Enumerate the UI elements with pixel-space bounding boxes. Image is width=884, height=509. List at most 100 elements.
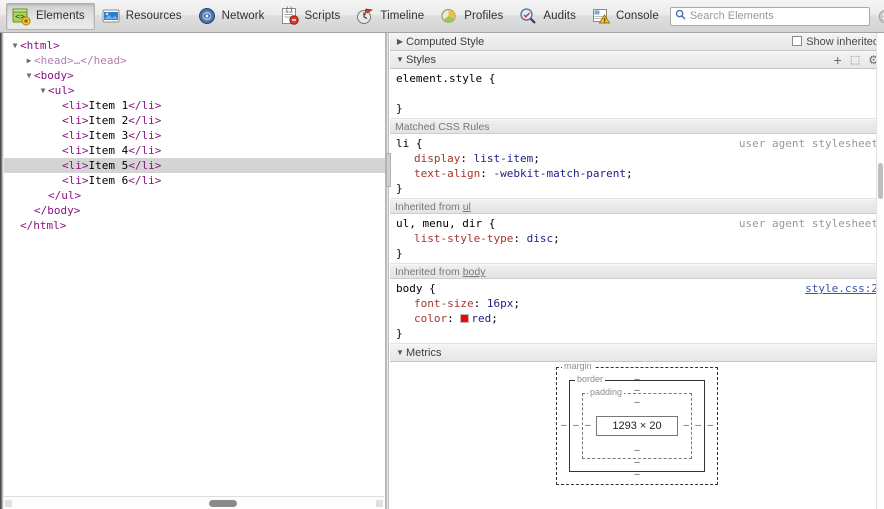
panel-tab-label: Console xyxy=(615,10,659,22)
section-metrics[interactable]: ▼ Metrics xyxy=(390,344,884,362)
rule-close-brace: } xyxy=(396,182,403,195)
dom-node-li[interactable]: <li>Item 6</li> xyxy=(0,173,385,188)
panel-tab-console[interactable]: Console xyxy=(587,3,668,30)
box-model-border[interactable]: border – – – – padding – – – – 1293 × 20 xyxy=(569,375,705,472)
padding-top-value[interactable]: – xyxy=(634,398,640,408)
dom-node-body[interactable]: ▼ <body> xyxy=(0,68,385,83)
panel-tab-profiles[interactable]: Profiles xyxy=(435,3,512,30)
twisty-open-icon[interactable]: ▼ xyxy=(38,83,48,98)
margin-bottom-value[interactable]: – xyxy=(634,470,640,480)
rule-element-style[interactable]: element.style { } xyxy=(390,69,884,119)
css-property-value: red xyxy=(471,312,492,325)
dom-node-li[interactable]: <li>Item 1</li> xyxy=(0,98,385,113)
padding-bottom-value[interactable]: – xyxy=(634,446,640,456)
dom-node-tag-open: <li> xyxy=(62,159,89,172)
border-left-value[interactable]: – xyxy=(573,421,579,431)
dom-node-label: </html> xyxy=(20,219,67,232)
scroll-right-arrow-icon[interactable] xyxy=(376,500,383,507)
section-computed-style[interactable]: ▶ Computed Style Show inherited xyxy=(390,33,884,51)
border-label: border xyxy=(575,374,606,384)
styles-sidebar-vertical-scrollbar[interactable] xyxy=(876,33,884,509)
twisty-open-icon[interactable]: ▼ xyxy=(24,68,34,83)
box-model-content[interactable]: 1293 × 20 xyxy=(596,416,678,436)
dom-node-li[interactable]: <li>Item 2</li> xyxy=(0,113,385,128)
dom-node-html-close[interactable]: </html> xyxy=(0,218,385,233)
panel-tab-elements[interactable]: <> Elements xyxy=(6,2,95,30)
dom-node-tag-close: </li> xyxy=(128,144,162,157)
dom-node-label: <body> xyxy=(34,69,74,82)
css-declaration[interactable]: list-style-type: disc; xyxy=(396,231,884,246)
window-left-edge xyxy=(0,33,4,509)
dom-node-li[interactable]: <li>Item 4</li> xyxy=(0,143,385,158)
dom-node-tag-close: </li> xyxy=(128,99,162,112)
checkbox-icon[interactable] xyxy=(792,36,803,46)
svg-text:(): () xyxy=(285,6,293,14)
css-declaration[interactable]: color: red; xyxy=(396,311,884,326)
css-declaration[interactable]: font-size: 16px; xyxy=(396,296,884,311)
splitter-grip[interactable] xyxy=(386,153,391,187)
box-model-padding[interactable]: padding – – – – 1293 × 20 xyxy=(582,388,692,459)
scrollbar-thumb[interactable] xyxy=(209,500,237,507)
matched-css-rules-header: Matched CSS Rules xyxy=(390,119,884,134)
search-elements-box[interactable] xyxy=(669,6,870,26)
panel-tab-timeline[interactable]: Timeline xyxy=(351,3,433,30)
rule-body[interactable]: style.css:2 body { font-size: 16px; colo… xyxy=(390,279,884,344)
new-style-rule-icon[interactable]: + xyxy=(834,53,842,67)
dom-node-body-close[interactable]: </body> xyxy=(0,203,385,218)
inherited-from-node-link[interactable]: ul xyxy=(463,201,471,213)
dom-node-html[interactable]: ▼ <html> xyxy=(0,38,385,53)
css-property-name: display xyxy=(414,152,461,165)
chevron-down-icon[interactable]: ▼ xyxy=(394,344,406,362)
dom-node-tag-open: <li> xyxy=(62,99,89,112)
panel-tab-network[interactable]: Network xyxy=(193,3,274,30)
dom-node-ul-close[interactable]: </ul> xyxy=(0,188,385,203)
margin-left-value[interactable]: – xyxy=(561,421,567,431)
color-swatch-icon[interactable] xyxy=(460,314,470,323)
padding-left-value[interactable]: – xyxy=(585,421,591,431)
search-input[interactable] xyxy=(689,10,865,22)
panel-tab-resources[interactable]: Resources xyxy=(97,3,191,30)
inherited-from-node-link[interactable]: body xyxy=(463,266,486,278)
inherited-from-body-header: Inherited from body xyxy=(390,264,884,279)
border-right-value[interactable]: – xyxy=(695,421,701,431)
search-icon xyxy=(675,9,686,23)
rule-ul-menu-dir[interactable]: user agent stylesheet ul, menu, dir { li… xyxy=(390,214,884,264)
close-icon[interactable] xyxy=(878,9,884,24)
rule-close-brace: } xyxy=(396,327,403,340)
dom-tree-horizontal-scrollbar[interactable] xyxy=(4,496,384,509)
border-bottom-value[interactable]: – xyxy=(634,458,640,468)
margin-label: margin xyxy=(562,361,594,371)
panel-tab-audits[interactable]: Audits xyxy=(514,3,585,30)
dom-node-head[interactable]: ▶ <head>…</head> xyxy=(0,53,385,68)
rule-source-link[interactable]: style.css:2 xyxy=(805,281,878,296)
inspector-toolbar: <> Elements Resources Network () Scripts… xyxy=(0,0,884,33)
panel-splitter[interactable] xyxy=(386,33,391,509)
dom-node-ul[interactable]: ▼ <ul> xyxy=(0,83,385,98)
audits-icon xyxy=(518,6,538,26)
show-inherited-toggle[interactable]: Show inherited xyxy=(792,33,879,51)
dom-node-label: <html> xyxy=(20,39,60,52)
twisty-open-icon[interactable]: ▼ xyxy=(10,38,20,53)
section-styles[interactable]: ▼ Styles + ⬚ ⚙ xyxy=(390,51,884,69)
box-model-margin[interactable]: margin – – – – border – – – – padding – … xyxy=(556,362,718,485)
css-property-value: list-item xyxy=(473,152,534,165)
twisty-closed-icon[interactable]: ▶ xyxy=(24,53,34,68)
panel-tab-label: Profiles xyxy=(464,10,504,22)
chevron-right-icon[interactable]: ▶ xyxy=(394,33,406,51)
scroll-left-arrow-icon[interactable] xyxy=(5,500,12,507)
elements-dom-panel: ▼ <html> ▶ <head>…</head> ▼ <body> ▼ <ul> <l… xyxy=(0,33,386,509)
matched-css-rules-label: Matched CSS Rules xyxy=(395,121,490,133)
margin-right-value[interactable]: – xyxy=(707,421,713,431)
css-declaration[interactable]: text-align: -webkit-match-parent; xyxy=(396,166,884,181)
rule-li[interactable]: user agent stylesheet li { display: list… xyxy=(390,134,884,199)
dom-node-li-selected[interactable]: <li>Item 5</li> xyxy=(0,158,385,173)
padding-right-value[interactable]: – xyxy=(683,421,689,431)
dom-node-li[interactable]: <li>Item 3</li> xyxy=(0,128,385,143)
rule-close-brace: } xyxy=(396,247,403,260)
panel-tab-scripts[interactable]: () Scripts xyxy=(276,3,350,30)
dom-tree[interactable]: ▼ <html> ▶ <head>…</head> ▼ <body> ▼ <ul> <l… xyxy=(0,33,385,497)
element-state-icon[interactable]: ⬚ xyxy=(850,51,860,69)
scrollbar-thumb[interactable] xyxy=(878,163,883,199)
css-declaration[interactable]: display: list-item; xyxy=(396,151,884,166)
chevron-down-icon[interactable]: ▼ xyxy=(394,51,406,69)
